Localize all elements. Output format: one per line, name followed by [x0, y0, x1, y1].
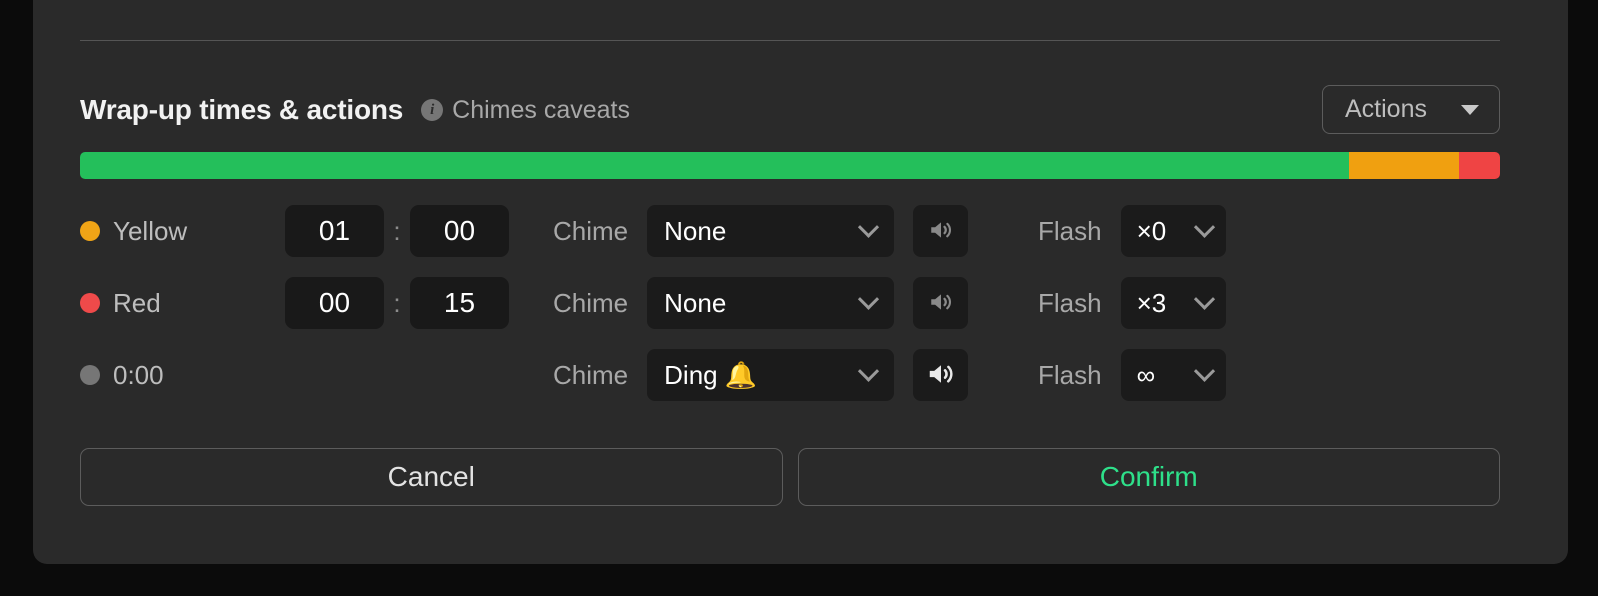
chimes-caveats-label: Chimes caveats — [452, 95, 631, 124]
progress-segment-orange — [1349, 152, 1459, 179]
seconds-input-yellow[interactable] — [410, 205, 509, 257]
flash-select-value: ×3 — [1136, 287, 1167, 318]
speaker-icon — [928, 217, 954, 246]
wrap-up-row-zero: 0:00 Chime Ding 🔔 Flash ∞ — [80, 339, 1500, 411]
flash-label: Flash — [1038, 359, 1102, 390]
chimes-caveats-link[interactable]: i Chimes caveats — [421, 96, 630, 125]
row-label-text: 0:00 — [113, 359, 164, 390]
minutes-input-red[interactable] — [285, 277, 384, 329]
chime-label: Chime — [553, 359, 629, 390]
row-label-zero: 0:00 — [80, 360, 255, 391]
time-colon: : — [393, 215, 401, 246]
speaker-preview-button-red[interactable] — [913, 277, 969, 329]
chime-select-value: None — [664, 287, 727, 318]
status-dot-zero — [80, 365, 100, 385]
section-divider — [80, 40, 1500, 41]
progress-segment-green — [80, 152, 1350, 179]
chime-group-yellow: Chime None — [553, 205, 969, 257]
speaker-preview-button-zero[interactable] — [913, 349, 969, 401]
status-dot-red — [80, 293, 100, 313]
chime-group-red: Chime None — [553, 277, 969, 329]
confirm-button[interactable]: Confirm — [797, 448, 1500, 506]
chime-group-zero: Chime Ding 🔔 — [553, 349, 969, 401]
time-colon: : — [393, 287, 401, 318]
triangle-down-icon — [1461, 104, 1479, 115]
flash-select-yellow[interactable]: ×0 — [1120, 205, 1226, 257]
chevron-down-icon — [858, 360, 880, 382]
status-dot-yellow — [80, 221, 100, 241]
speaker-icon — [926, 359, 956, 392]
chime-label: Chime — [553, 287, 629, 318]
flash-group-red: Flash ×3 — [1038, 277, 1226, 329]
wrap-up-row-red: Red: Chime None Flash ×3 — [80, 267, 1500, 339]
chime-select-value: None — [664, 215, 727, 246]
flash-select-zero[interactable]: ∞ — [1120, 349, 1226, 401]
row-label-red: Red — [80, 288, 255, 319]
chime-label: Chime — [553, 215, 629, 246]
chevron-down-icon — [1193, 288, 1215, 310]
chevron-down-icon — [1193, 360, 1215, 382]
chime-select-red[interactable]: None — [647, 277, 895, 329]
info-icon: i — [421, 99, 444, 121]
row-label-yellow: Yellow — [80, 216, 255, 247]
row-label-text: Yellow — [113, 215, 188, 246]
dialog-footer: Cancel Confirm — [80, 448, 1500, 506]
time-group-yellow: : — [285, 205, 509, 257]
wrap-up-dialog-panel: Wrap-up times & actions i Chimes caveats… — [33, 0, 1568, 564]
wrap-up-row-yellow: Yellow: Chime None Flash ×0 — [80, 195, 1500, 267]
cancel-button[interactable]: Cancel — [80, 448, 783, 506]
flash-group-yellow: Flash ×0 — [1038, 205, 1226, 257]
chevron-down-icon — [1193, 216, 1215, 238]
chime-select-yellow[interactable]: None — [647, 205, 895, 257]
flash-select-value: ∞ — [1136, 359, 1156, 390]
chime-select-value: Ding 🔔 — [664, 359, 758, 390]
chime-select-zero[interactable]: Ding 🔔 — [647, 349, 895, 401]
screen: Wrap-up times & actions i Chimes caveats… — [0, 0, 1598, 596]
minutes-input-yellow[interactable] — [285, 205, 384, 257]
chevron-down-icon — [858, 288, 880, 310]
seconds-input-red[interactable] — [410, 277, 509, 329]
flash-select-red[interactable]: ×3 — [1120, 277, 1226, 329]
progress-segment-red — [1458, 152, 1500, 179]
flash-label: Flash — [1038, 287, 1102, 318]
flash-group-zero: Flash ∞ — [1038, 349, 1226, 401]
wrap-up-rows: Yellow: Chime None Flash ×0 Red: Chime None Flas… — [80, 195, 1500, 411]
chevron-down-icon — [858, 216, 880, 238]
actions-dropdown-button[interactable]: Actions — [1322, 85, 1500, 134]
wrap-up-progress-bar[interactable] — [80, 152, 1500, 179]
time-group-red: : — [285, 277, 509, 329]
speaker-preview-button-yellow[interactable] — [913, 205, 969, 257]
section-header: Wrap-up times & actions i Chimes caveats… — [80, 85, 1500, 134]
actions-button-label: Actions — [1345, 95, 1427, 123]
page-title: Wrap-up times & actions — [80, 94, 404, 125]
speaker-icon — [928, 289, 954, 318]
flash-label: Flash — [1038, 215, 1102, 246]
flash-select-value: ×0 — [1136, 215, 1167, 246]
row-label-text: Red — [113, 287, 161, 318]
